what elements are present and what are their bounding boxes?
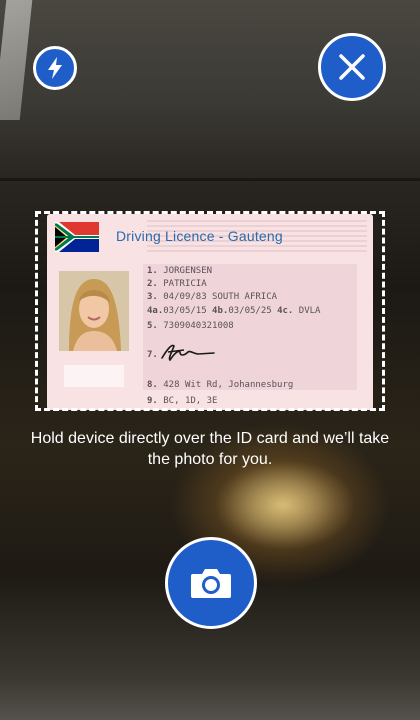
camera-icon	[191, 569, 231, 598]
flash-icon	[48, 57, 62, 79]
flash-button[interactable]	[33, 46, 77, 90]
scan-frame	[35, 211, 385, 411]
close-icon	[339, 54, 365, 80]
capture-button[interactable]	[165, 537, 257, 629]
instruction-text: Hold device directly over the ID card an…	[30, 430, 390, 468]
close-button[interactable]	[318, 33, 386, 101]
